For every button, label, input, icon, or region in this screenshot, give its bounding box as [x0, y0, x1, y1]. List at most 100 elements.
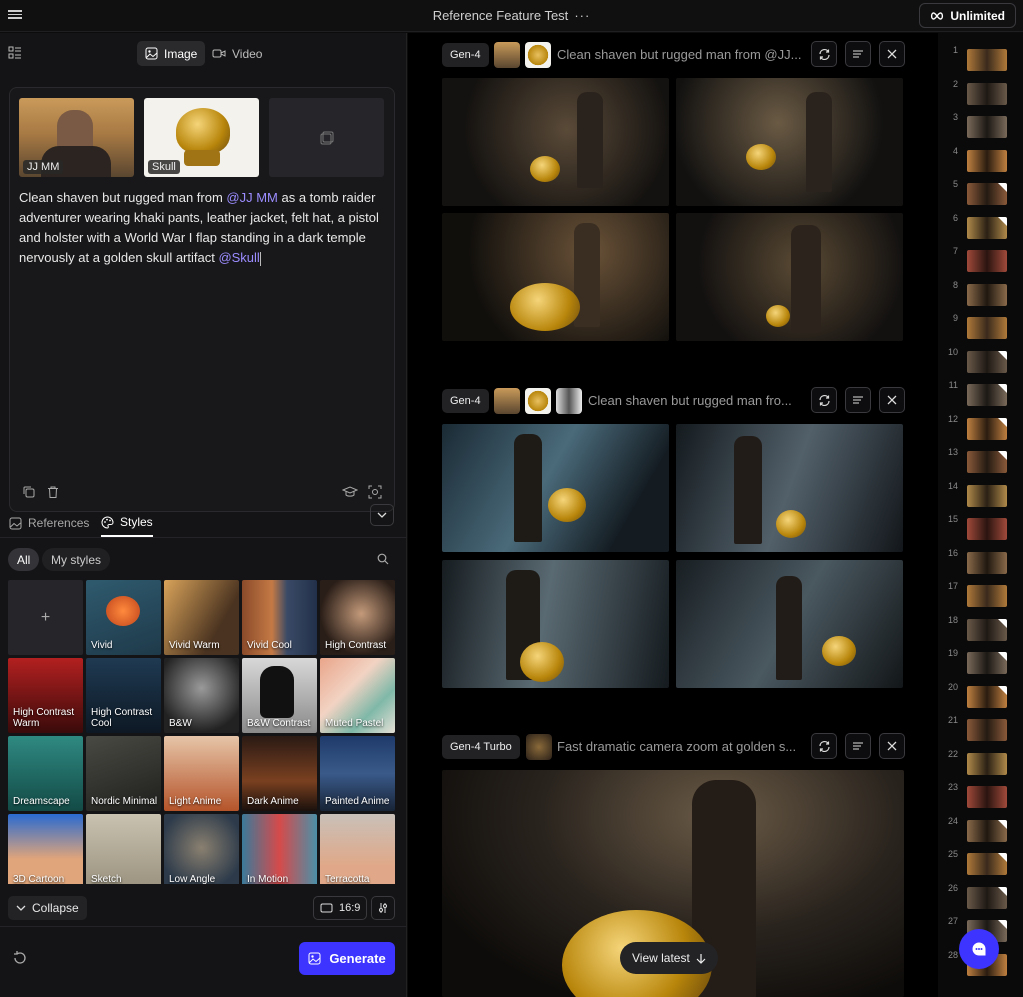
- timeline-row[interactable]: 24: [938, 816, 1023, 844]
- timeline-row[interactable]: 25: [938, 849, 1023, 877]
- mention-jjmm[interactable]: @JJ MM: [226, 190, 277, 205]
- generation-prompt[interactable]: Fast dramatic camera zoom at golden s...: [557, 739, 809, 754]
- timeline-row[interactable]: 7: [938, 246, 1023, 274]
- timeline-row[interactable]: 26: [938, 883, 1023, 911]
- tab-styles[interactable]: Styles: [101, 509, 153, 537]
- timeline-row[interactable]: 16: [938, 548, 1023, 576]
- collapse-button[interactable]: Collapse: [8, 896, 87, 920]
- timeline-row[interactable]: 6: [938, 213, 1023, 241]
- regenerate-button[interactable]: [811, 387, 837, 413]
- add-reference-slot[interactable]: [269, 98, 384, 177]
- style-card[interactable]: Vivid Cool: [242, 580, 317, 655]
- trash-icon[interactable]: [46, 485, 60, 499]
- timeline-row[interactable]: 19: [938, 648, 1023, 676]
- timeline-thumbnail[interactable]: [967, 786, 1007, 808]
- generated-image[interactable]: [442, 424, 669, 552]
- timeline-row[interactable]: 11: [938, 380, 1023, 408]
- timeline-thumbnail[interactable]: [967, 250, 1007, 272]
- timeline-row[interactable]: 15: [938, 514, 1023, 542]
- generate-button[interactable]: Generate: [299, 942, 395, 975]
- regenerate-button[interactable]: [811, 733, 837, 759]
- video-mode-button[interactable]: Video: [204, 41, 270, 66]
- timeline-row[interactable]: 10: [938, 347, 1023, 375]
- timeline-thumbnail[interactable]: [967, 618, 1007, 641]
- timeline-thumbnail[interactable]: [967, 652, 1007, 674]
- timeline-row[interactable]: 4: [938, 146, 1023, 174]
- style-card[interactable]: B&W Contrast: [242, 658, 317, 733]
- style-card[interactable]: Sketch: [86, 814, 161, 884]
- view-latest-button[interactable]: View latest: [620, 942, 718, 974]
- timeline-thumbnail[interactable]: [967, 685, 1007, 708]
- style-card[interactable]: Dark Anime: [242, 736, 317, 811]
- timeline-row[interactable]: 17: [938, 581, 1023, 609]
- style-card[interactable]: High Contrast Cool: [86, 658, 161, 733]
- reference-mini-thumb[interactable]: [526, 734, 552, 760]
- generated-image[interactable]: [442, 78, 669, 206]
- timeline-thumbnail[interactable]: [967, 518, 1007, 540]
- prompt-text[interactable]: Clean shaven but rugged man from @JJ MM …: [19, 188, 389, 268]
- style-card[interactable]: Nordic Minimal: [86, 736, 161, 811]
- style-card[interactable]: 3D Cartoon: [8, 814, 83, 884]
- generated-image[interactable]: [676, 424, 903, 552]
- generated-image[interactable]: [676, 213, 903, 341]
- timeline-thumbnail[interactable]: [967, 183, 1007, 205]
- close-button[interactable]: [879, 733, 905, 759]
- details-button[interactable]: [845, 387, 871, 413]
- settings-button[interactable]: [371, 896, 395, 920]
- layout-icon[interactable]: [8, 46, 22, 60]
- timeline-thumbnail[interactable]: [967, 49, 1007, 71]
- timeline-thumbnail[interactable]: [967, 317, 1007, 339]
- project-title[interactable]: Reference Feature Test: [433, 8, 569, 23]
- mention-skull[interactable]: @Skull: [218, 250, 259, 265]
- reference-mini-thumb[interactable]: [525, 42, 551, 68]
- timeline-row[interactable]: 21: [938, 715, 1023, 743]
- timeline-thumbnail[interactable]: [967, 384, 1007, 406]
- reference-mini-thumb[interactable]: [494, 42, 520, 68]
- timeline-thumbnail[interactable]: [967, 216, 1007, 239]
- timeline-row[interactable]: 13: [938, 447, 1023, 475]
- timeline-row[interactable]: 14: [938, 481, 1023, 509]
- panel-dropdown-button[interactable]: [370, 504, 394, 526]
- timeline-thumbnail[interactable]: [967, 719, 1007, 741]
- timeline-thumbnail[interactable]: [967, 82, 1007, 105]
- timeline-thumbnail[interactable]: [967, 451, 1007, 473]
- style-card[interactable]: B&W: [164, 658, 239, 733]
- reference-thumb-skull[interactable]: Skull: [144, 98, 259, 177]
- timeline-row[interactable]: 22: [938, 749, 1023, 777]
- details-button[interactable]: [845, 41, 871, 67]
- style-card[interactable]: Low Angle: [164, 814, 239, 884]
- timeline-row[interactable]: 18: [938, 615, 1023, 643]
- plan-button[interactable]: Unlimited: [919, 3, 1016, 28]
- timeline-thumbnail[interactable]: [967, 853, 1007, 875]
- aspect-ratio-button[interactable]: 16:9: [313, 896, 368, 920]
- timeline-thumbnail[interactable]: [967, 149, 1007, 172]
- timeline-row[interactable]: 2: [938, 79, 1023, 107]
- image-mode-button[interactable]: Image: [137, 41, 206, 66]
- timeline-thumbnail[interactable]: [967, 585, 1007, 607]
- chat-button[interactable]: [959, 929, 999, 969]
- scan-icon[interactable]: [368, 485, 382, 499]
- timeline-thumbnail[interactable]: [967, 350, 1007, 373]
- style-card[interactable]: Light Anime: [164, 736, 239, 811]
- project-title-area[interactable]: Reference Feature Test ···: [0, 8, 1023, 23]
- timeline-thumbnail[interactable]: [967, 484, 1007, 507]
- style-card[interactable]: Muted Pastel: [320, 658, 395, 733]
- style-card[interactable]: Painted Anime: [320, 736, 395, 811]
- generated-image[interactable]: [676, 78, 903, 206]
- style-card[interactable]: Terracotta: [320, 814, 395, 884]
- learn-icon[interactable]: [342, 485, 358, 499]
- timeline-row[interactable]: 9: [938, 313, 1023, 341]
- copy-icon[interactable]: [22, 485, 36, 499]
- timeline-row[interactable]: 5: [938, 179, 1023, 207]
- regenerate-button[interactable]: [811, 41, 837, 67]
- timeline-thumbnail[interactable]: [967, 116, 1007, 138]
- timeline-row[interactable]: 3: [938, 112, 1023, 140]
- add-style-button[interactable]: +: [8, 580, 83, 655]
- style-card[interactable]: Vivid Warm: [164, 580, 239, 655]
- timeline-row[interactable]: 23: [938, 782, 1023, 810]
- filter-all[interactable]: All: [8, 548, 40, 571]
- timeline-thumbnail[interactable]: [967, 417, 1007, 440]
- timeline-thumbnail[interactable]: [967, 283, 1007, 306]
- reference-thumb-jjmm[interactable]: JJ MM: [19, 98, 134, 177]
- style-card[interactable]: Dreamscape: [8, 736, 83, 811]
